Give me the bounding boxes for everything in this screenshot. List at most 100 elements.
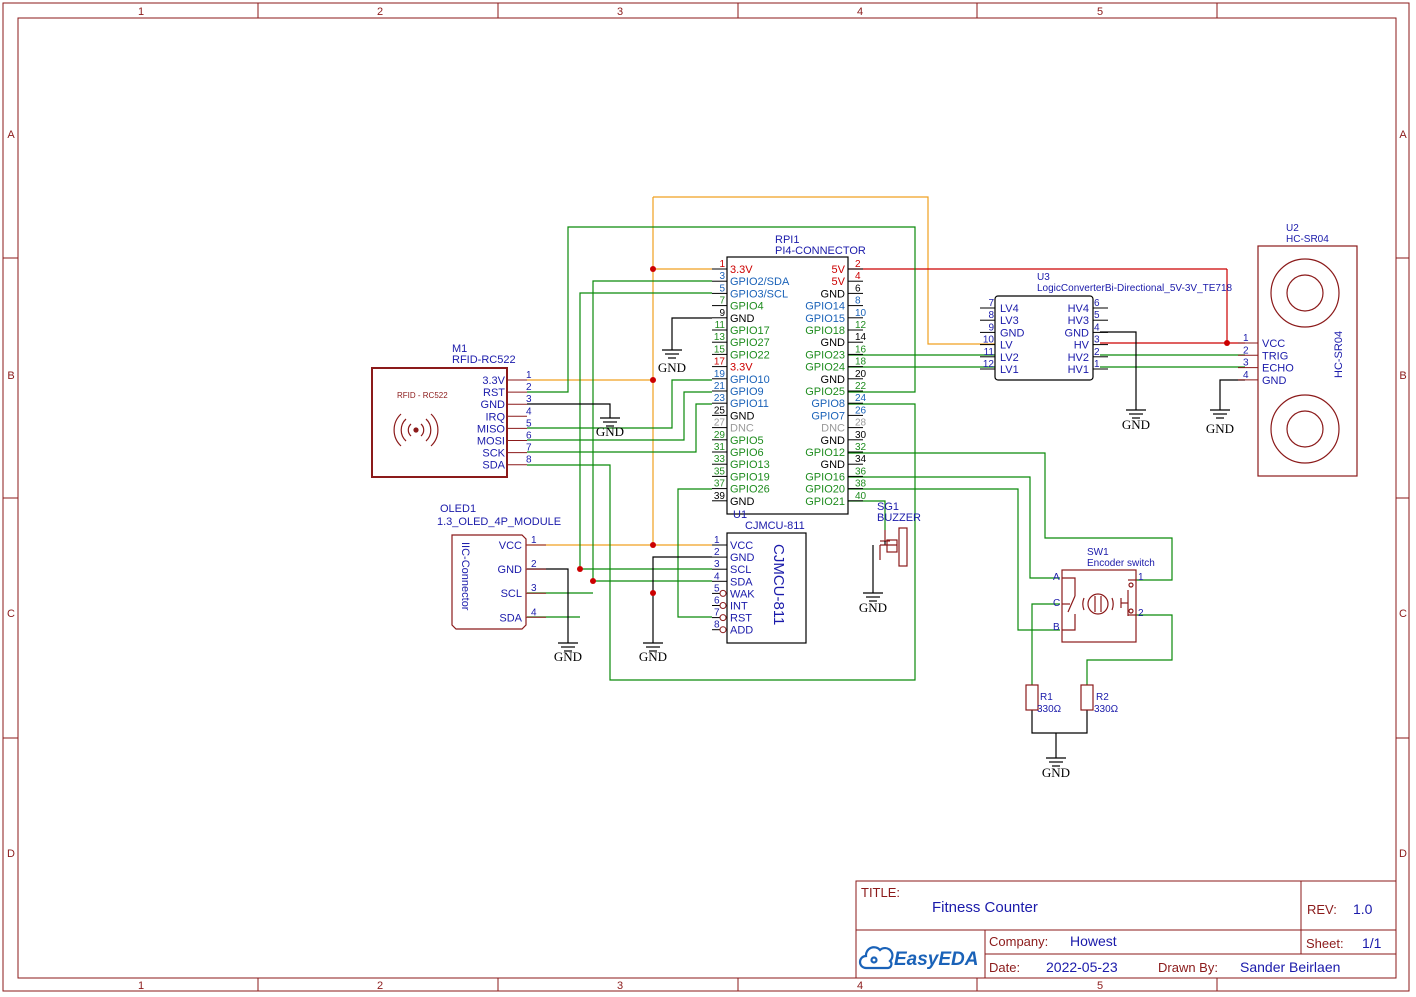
cjmcu-pin-number: 2 xyxy=(714,547,720,558)
logic-pin-number: 2 xyxy=(1094,347,1100,358)
cjmcu-pin-number: 7 xyxy=(714,608,720,619)
col-label: 5 xyxy=(1097,6,1103,18)
gnd-label: GND xyxy=(554,649,582,664)
rpi-pin-number: 25 xyxy=(714,405,726,416)
oled-pin-name: SDA xyxy=(499,612,522,624)
rpi-pin-name: DNC xyxy=(730,423,754,435)
rpi-pin-name: GPIO27 xyxy=(730,337,770,349)
rpi-pin-name: GPIO24 xyxy=(805,362,845,374)
cjmcu-body-label: CJMCU-811 xyxy=(770,544,787,625)
rfid-pin-number: 1 xyxy=(526,370,532,381)
rpi-pin-name: GND xyxy=(821,459,846,471)
title-label: TITLE: xyxy=(861,885,900,900)
gnd-symbol xyxy=(1210,409,1230,419)
encoder-switch[interactable]: SW1 Encoder switch A C B 1 2 xyxy=(1053,547,1155,643)
encoder-pin-labels: A C B 1 2 xyxy=(1053,572,1144,633)
logic-pin-number: 7 xyxy=(988,298,994,309)
wires xyxy=(527,196,1245,758)
rpi-pin-name: GPIO25 xyxy=(805,386,845,398)
cjmcu-pin-name: GND xyxy=(730,552,755,564)
gnd-label: GND xyxy=(1122,417,1150,432)
rfid-pin-number: 6 xyxy=(526,431,532,442)
hcsr-pin-name: GND xyxy=(1262,375,1287,387)
logic-pin-name: HV2 xyxy=(1068,352,1089,364)
sheet-value: 1/1 xyxy=(1362,935,1382,951)
logic-pin-number: 10 xyxy=(983,335,995,346)
rpi-pin-number: 9 xyxy=(719,308,725,319)
rpi-pin-number: 37 xyxy=(714,479,726,490)
cjmcu-sensor[interactable]: U1 CJMCU-811 CJMCU-811 1 VCC2 GND3 SCL4 SDA5… xyxy=(712,509,807,644)
cjmcu-pin-name: SCL xyxy=(730,564,751,576)
logic-pin-number: 6 xyxy=(1094,298,1100,309)
col-label: 3 xyxy=(617,980,623,992)
rfid-pin-name: GND xyxy=(481,399,506,411)
encoder-icon xyxy=(1062,577,1136,631)
rpi-pin-name: GPIO9 xyxy=(730,386,764,398)
company-value: Howest xyxy=(1070,933,1117,949)
rpi-pin-name: 5V xyxy=(832,276,846,288)
cjmcu-pin-name: ADD xyxy=(730,625,753,637)
rpi-pin-name: GND xyxy=(821,337,846,349)
r2-ref: R2 xyxy=(1096,692,1109,703)
logic-pin-number: 5 xyxy=(1094,310,1100,321)
r2-value: 330Ω xyxy=(1094,704,1119,715)
oled-pin-name: SCL xyxy=(501,588,522,600)
rpi-pin-number: 28 xyxy=(855,418,867,429)
cjmcu-pin-marker xyxy=(719,602,727,609)
row-label: B xyxy=(1399,370,1406,382)
cjmcu-pin-marker xyxy=(719,589,727,597)
rfid-pin-number: 7 xyxy=(526,443,532,454)
gnd-label: GND xyxy=(1206,421,1234,436)
rfid-pin-name: SDA xyxy=(482,460,505,472)
rpi-pin-name: GPIO14 xyxy=(805,301,845,313)
logic-pin-name: LV xyxy=(1000,340,1013,352)
rpi-pin-name: GPIO12 xyxy=(805,447,845,459)
resistor-r2[interactable]: R2 330Ω xyxy=(1080,684,1119,715)
rpi-pin-number: 24 xyxy=(855,393,867,404)
frame-labels: 1 2 3 4 5 1 2 3 4 5 A B C D A B C D xyxy=(7,6,1407,992)
rpi-pin-number: 12 xyxy=(855,320,867,331)
rpi-pin-number: 20 xyxy=(855,369,867,380)
row-label: A xyxy=(1399,129,1407,141)
easyeda-logo: EasyEDA xyxy=(858,946,979,970)
rfid-module[interactable]: M1 RFID-RC522 RFID - RC522 13.3V2RST3GND… xyxy=(371,343,532,478)
rpi-pin-number: 1 xyxy=(719,259,725,270)
rpi-pin-number: 14 xyxy=(855,332,867,343)
logic-pin-number: 9 xyxy=(988,322,994,333)
logic-pin-name: HV xyxy=(1074,340,1090,352)
logic-pin-name: HV1 xyxy=(1068,364,1089,376)
rfid-pin-number: 8 xyxy=(526,455,532,466)
logic-pin-number: 3 xyxy=(1094,335,1100,346)
rpi-pin-name: GPIO18 xyxy=(805,325,845,337)
cjmcu-value: CJMCU-811 xyxy=(745,520,805,532)
gnd-label: GND xyxy=(859,600,887,615)
cjmcu-pin-number: 5 xyxy=(714,583,720,594)
oled-pin-name: VCC xyxy=(499,540,522,552)
hcsr-pin-name: ECHO xyxy=(1262,363,1294,375)
rpi-pin-number: 19 xyxy=(714,369,726,380)
r1-ref: R1 xyxy=(1040,692,1053,703)
logic-pin-name: LV3 xyxy=(1000,315,1019,327)
oled-pin-number: 1 xyxy=(531,535,537,546)
rpi-pin-number: 29 xyxy=(714,430,726,441)
hcsr04-sensor[interactable]: U2 HC-SR04 HC-SR04 1 VCC 2 TRIG 3 ECHO 4 GND xyxy=(1238,223,1358,477)
logic-pins: 7 LV48 LV39 GND10 LV11 LV212 LV16HV45HV34GND3H… xyxy=(980,298,1108,376)
col-label: 5 xyxy=(1097,980,1103,992)
oled-pin-number: 3 xyxy=(531,583,537,594)
date-label: Date: xyxy=(989,960,1020,975)
logic-converter[interactable]: U3 LogicConverterBi-Directional_5V-3V_TE… xyxy=(980,272,1233,381)
encoder-pin-2: 2 xyxy=(1138,608,1144,619)
hcsr-pin-number: 2 xyxy=(1243,345,1249,356)
rpi-connector[interactable]: RPI1 PI4-CONNECTOR 1 3.3V 25V3 GPIO2/SDA 45V… xyxy=(712,234,867,515)
rfid-waves-icon xyxy=(393,413,439,447)
logic-pin-name: GND xyxy=(1000,327,1025,339)
title-block: TITLE: Fitness Counter REV: 1.0 Company:… xyxy=(855,880,1397,979)
col-label: 2 xyxy=(377,6,383,18)
oled-module[interactable]: OLED1 1.3_OLED_4P_MODULE IIC-Connector 1… xyxy=(437,503,561,630)
drawing-title: Fitness Counter xyxy=(932,899,1038,916)
rpi-pin-number: 33 xyxy=(714,454,726,465)
rpi-pin-name: GND xyxy=(821,374,846,386)
rpi-pin-name: GPIO15 xyxy=(805,313,845,325)
rpi-pin-number: 27 xyxy=(714,418,726,429)
resistor-r1[interactable]: R1 330Ω xyxy=(1025,684,1062,715)
